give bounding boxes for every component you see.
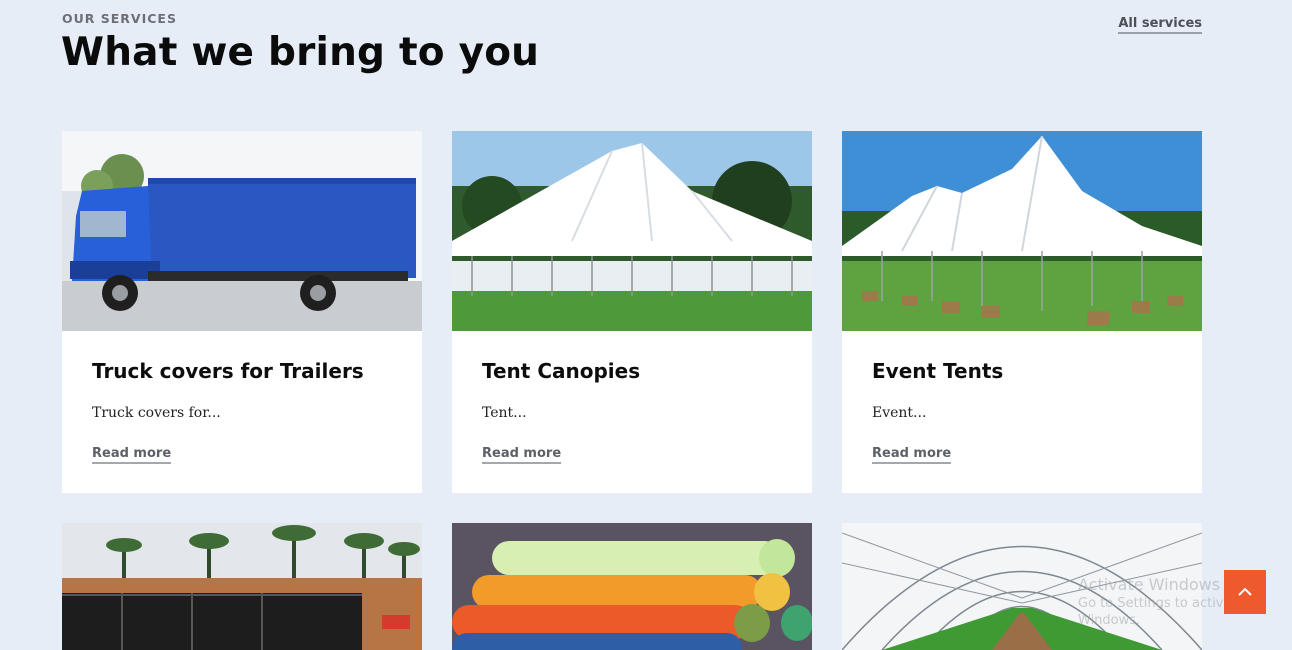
section-title: What we bring to you: [61, 30, 540, 75]
card-title: Truck covers for Trailers: [92, 359, 364, 383]
service-card: [842, 523, 1202, 650]
card-excerpt: Event...: [872, 405, 927, 421]
greenhouse-image[interactable]: [842, 523, 1202, 650]
read-more-link[interactable]: Read more: [482, 446, 562, 464]
scroll-to-top-button[interactable]: [1224, 570, 1266, 614]
card-excerpt: Truck covers for...: [92, 405, 221, 421]
read-more-link[interactable]: Read more: [872, 446, 952, 464]
section-eyebrow: OUR SERVICES: [62, 11, 177, 26]
service-card: Event Tents Event... Read more: [842, 131, 1202, 493]
all-services-link[interactable]: All services: [1118, 16, 1202, 34]
fish-tank-image[interactable]: [62, 523, 422, 650]
read-more-link[interactable]: Read more: [92, 446, 172, 464]
service-card: [62, 523, 422, 650]
tarpaulin-rolls-image[interactable]: [452, 523, 812, 650]
event-tents-image[interactable]: [842, 131, 1202, 331]
chevron-up-icon: [1237, 585, 1253, 600]
service-card: Truck covers for Trailers Truck covers f…: [62, 131, 422, 493]
card-title: Tent Canopies: [482, 359, 641, 383]
blue-truck-image[interactable]: [62, 131, 422, 331]
card-excerpt: Tent...: [482, 405, 527, 421]
white-tent-image[interactable]: [452, 131, 812, 331]
card-title: Event Tents: [872, 359, 1004, 383]
service-card: [452, 523, 812, 650]
service-card: Tent Canopies Tent... Read more: [452, 131, 812, 493]
services-grid: Truck covers for Trailers Truck covers f…: [62, 131, 1202, 650]
